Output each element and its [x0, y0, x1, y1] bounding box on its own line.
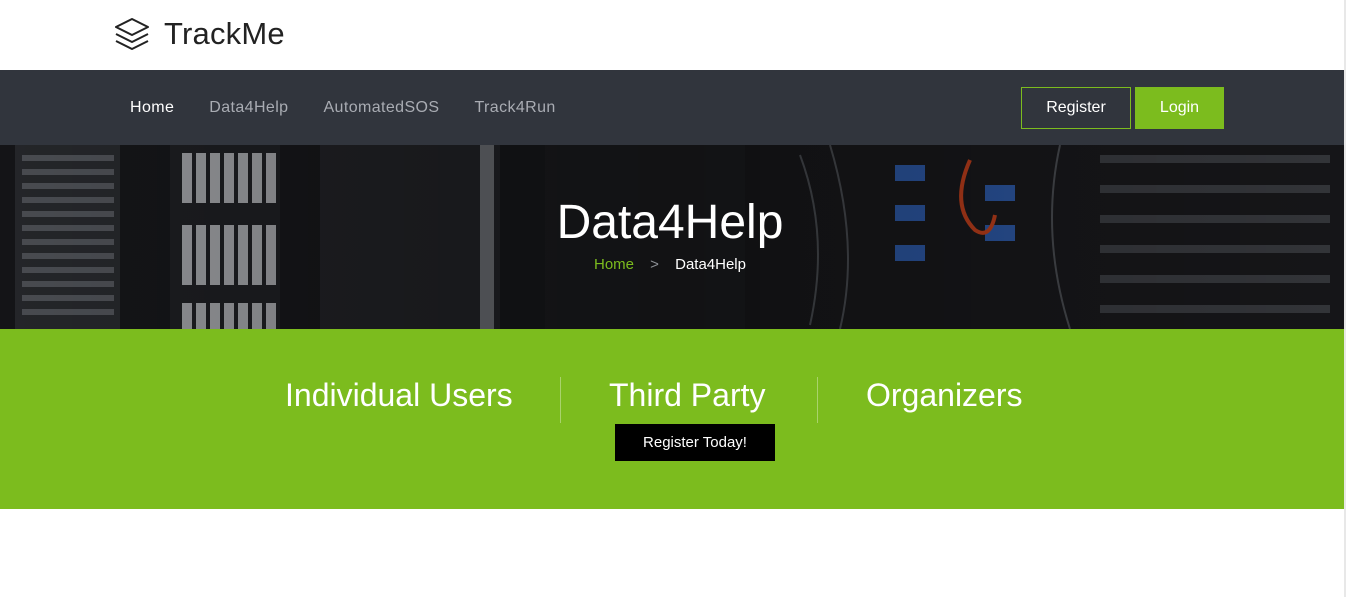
nav-link-data4help[interactable]: Data4Help — [209, 99, 288, 117]
category-third-party: Third Party — [609, 377, 766, 413]
nav-links: Home Data4Help AutomatedSOS Track4Run — [130, 70, 591, 145]
register-today-button[interactable]: Register Today! — [615, 424, 775, 461]
brand-name: TrackMe — [164, 16, 285, 51]
page-title: Data4Help — [556, 196, 784, 249]
category-divider — [817, 377, 818, 423]
layers-icon — [113, 15, 151, 53]
top-header: TrackMe — [0, 0, 1346, 70]
nav-link-home[interactable]: Home — [130, 99, 174, 117]
breadcrumb-separator: > — [650, 256, 659, 273]
nav-link-automatedsos[interactable]: AutomatedSOS — [323, 99, 439, 117]
breadcrumb: Home > Data4Help — [0, 256, 1340, 273]
brand-logo[interactable]: TrackMe — [113, 15, 285, 53]
category-divider — [560, 377, 561, 423]
breadcrumb-home-link[interactable]: Home — [594, 256, 634, 273]
nav-link-track4run[interactable]: Track4Run — [474, 99, 555, 117]
category-individual-users: Individual Users — [285, 377, 513, 413]
audience-section: Individual Users Third Party Organizers … — [0, 329, 1344, 509]
register-button[interactable]: Register — [1021, 87, 1131, 129]
main-navbar: Home Data4Help AutomatedSOS Track4Run Re… — [0, 70, 1344, 145]
login-button[interactable]: Login — [1135, 87, 1224, 129]
breadcrumb-current: Data4Help — [675, 256, 746, 273]
hero-banner: Data4Help Home > Data4Help — [0, 145, 1344, 329]
category-organizers: Organizers — [866, 377, 1023, 413]
